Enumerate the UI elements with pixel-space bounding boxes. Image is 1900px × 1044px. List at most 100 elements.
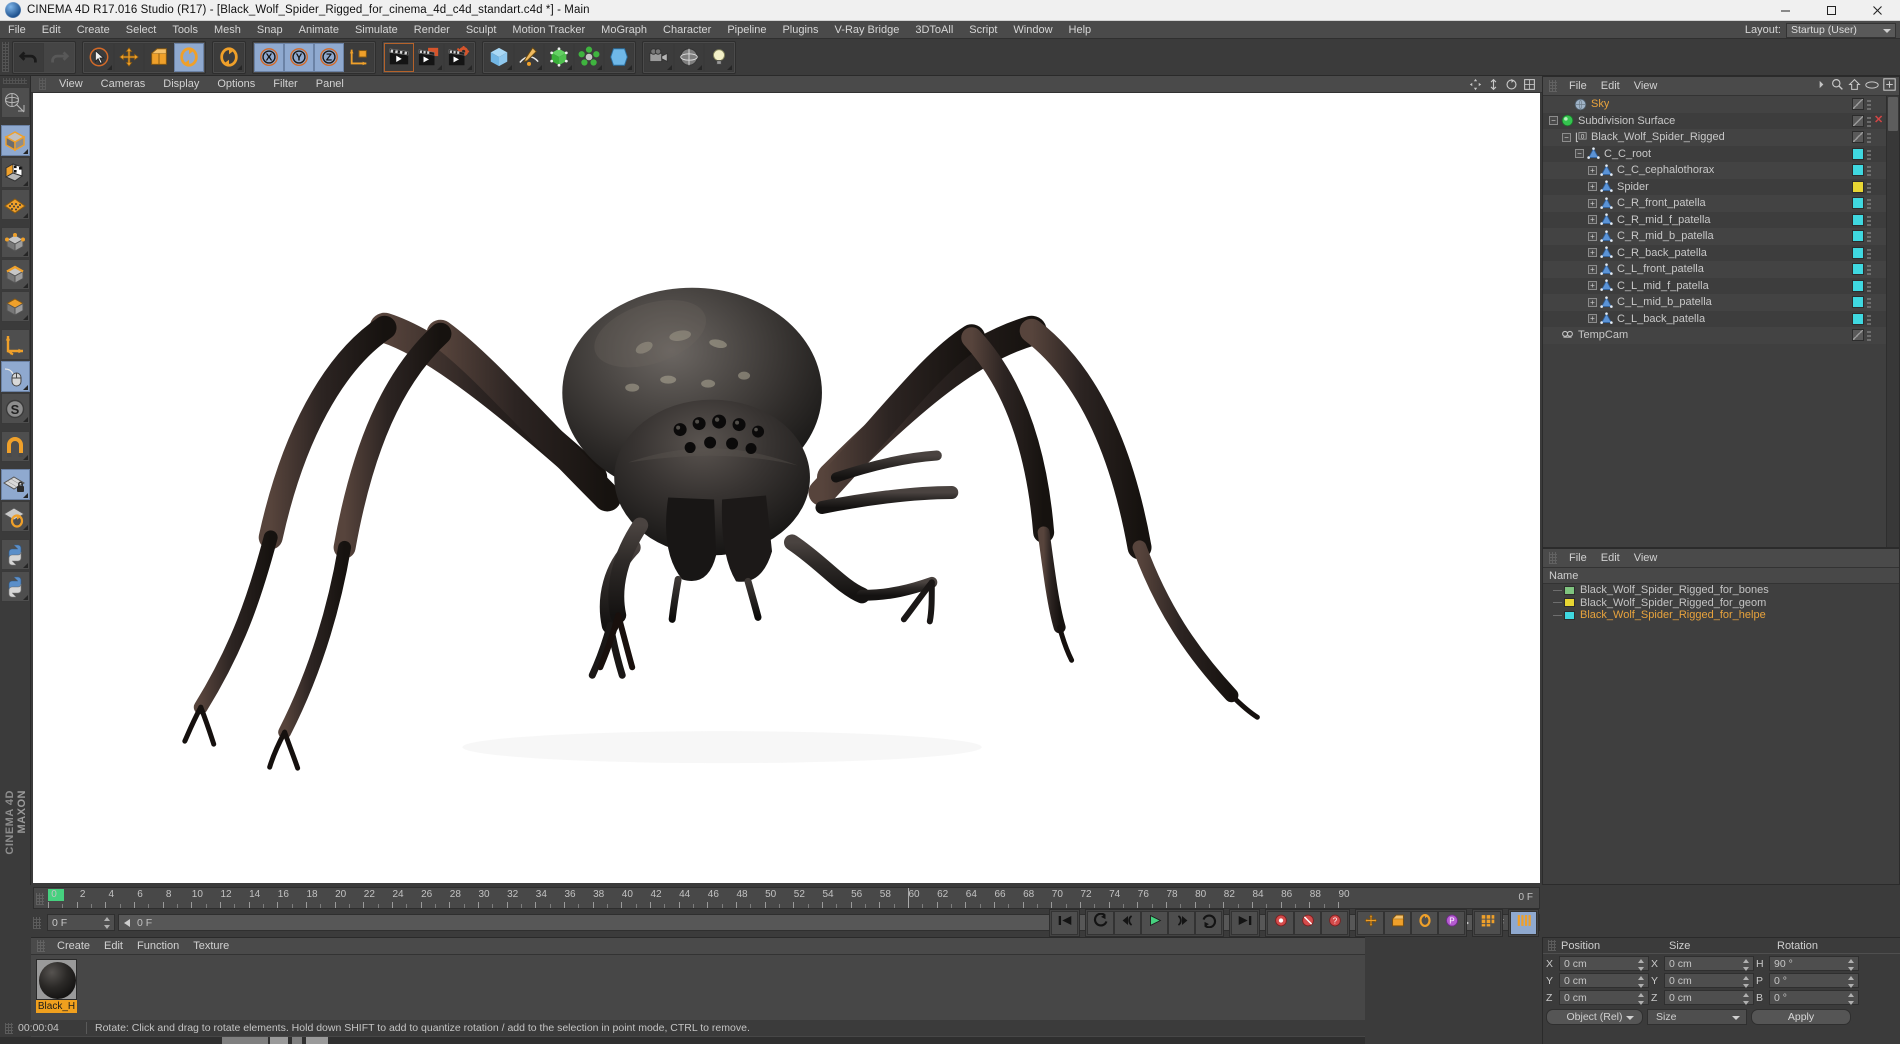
status-bar-grip[interactable] — [5, 1022, 13, 1034]
size-y-input[interactable]: 0 cm — [1664, 973, 1754, 988]
position-x-input[interactable]: 0 cm — [1559, 956, 1649, 971]
field-spinner[interactable] — [1743, 993, 1750, 1005]
z-axis-lock[interactable]: Z — [314, 42, 344, 72]
coordinates-grip[interactable] — [1548, 940, 1556, 951]
close-button[interactable] — [1854, 0, 1900, 21]
viewport-menu-cameras[interactable]: Cameras — [92, 76, 155, 93]
material-tree-menu-view[interactable]: View — [1627, 549, 1665, 568]
go-to-start-button[interactable] — [1051, 911, 1078, 935]
viewport-menu-filter[interactable]: Filter — [264, 76, 306, 93]
render-settings-button[interactable] — [444, 42, 474, 72]
eye-icon[interactable] — [1865, 78, 1879, 96]
object-color-tag[interactable] — [1852, 180, 1864, 193]
x-axis-lock[interactable]: X — [254, 42, 284, 72]
field-spinner[interactable] — [1848, 976, 1855, 988]
expand-icon[interactable]: + — [1588, 248, 1597, 258]
viewport-menu-display[interactable]: Display — [154, 76, 208, 93]
layer-color-swatch[interactable] — [1564, 610, 1575, 620]
material-tree-menu-edit[interactable]: Edit — [1594, 549, 1627, 568]
object-tree-row[interactable]: + C_L_back_patella — [1543, 310, 1886, 327]
add-floor-button[interactable] — [674, 42, 704, 72]
step-forward-button[interactable] — [1168, 911, 1195, 935]
visibility-dots-icon[interactable] — [1867, 147, 1871, 160]
play-button[interactable] — [1141, 911, 1168, 935]
go-to-end-button[interactable] — [1231, 911, 1258, 935]
visibility-dots-icon[interactable] — [1867, 279, 1871, 292]
menu-item-v-ray-bridge[interactable]: V-Ray Bridge — [827, 21, 908, 39]
expand-icon[interactable]: + — [1588, 264, 1597, 274]
object-color-tag[interactable] — [1852, 246, 1864, 259]
axis-mode-tool[interactable] — [0, 329, 30, 360]
material-sphere-preview[interactable] — [36, 959, 77, 1000]
layer-list-item[interactable]: Black_Wolf_Spider_Rigged_for_helpe — [1543, 609, 1899, 622]
object-manager-grip[interactable] — [1549, 80, 1557, 92]
material-tree-menu-file[interactable]: File — [1562, 549, 1594, 568]
object-color-tag[interactable] — [1852, 164, 1864, 176]
object-color-tag[interactable] — [1852, 279, 1864, 292]
layer-color-swatch[interactable] — [1564, 585, 1575, 595]
field-spinner[interactable] — [1743, 959, 1750, 971]
object-display-tag[interactable] — [1852, 114, 1864, 127]
material-manager-grip[interactable] — [37, 940, 45, 952]
menu-item-snap[interactable]: Snap — [249, 21, 291, 39]
menu-item-motion-tracker[interactable]: Motion Tracker — [504, 21, 593, 39]
scrollbar-thumb[interactable] — [1888, 97, 1898, 131]
menu-item-sculpt[interactable]: Sculpt — [458, 21, 505, 39]
object-tree-row[interactable]: + C_L_front_patella — [1543, 261, 1886, 278]
material-menu-texture[interactable]: Texture — [186, 937, 236, 956]
size-x-input[interactable]: 0 cm — [1664, 956, 1754, 971]
python-generator-tool[interactable] — [0, 571, 30, 602]
menu-item-pipeline[interactable]: Pipeline — [719, 21, 774, 39]
parameter-key-button[interactable]: P — [1438, 911, 1465, 935]
world-object-axis[interactable] — [344, 42, 374, 72]
add-generator-button[interactable] — [544, 42, 574, 72]
menu-item-edit[interactable]: Edit — [34, 21, 69, 39]
expand-icon[interactable]: + — [1588, 215, 1597, 225]
object-color-tag[interactable] — [1852, 213, 1864, 226]
expand-icon[interactable]: + — [1588, 182, 1597, 192]
points-mode-tool[interactable] — [0, 227, 30, 258]
object-color-tag[interactable] — [1852, 147, 1864, 160]
visibility-dots-icon[interactable] — [1867, 164, 1871, 176]
rotation-h-input[interactable]: 90 ° — [1769, 956, 1859, 971]
object-tree-row[interactable]: + C_R_mid_f_patella — [1543, 211, 1886, 228]
workplane-lock-tool[interactable] — [0, 469, 30, 500]
object-tree-row[interactable]: Sky — [1543, 96, 1886, 113]
material-menu-create[interactable]: Create — [50, 937, 97, 956]
render-region-button[interactable] — [414, 42, 444, 72]
visibility-dots-icon[interactable] — [1867, 263, 1871, 275]
rotate-tool[interactable] — [174, 42, 204, 72]
frame-spinner[interactable] — [104, 917, 111, 929]
menu-item-window[interactable]: Window — [1005, 21, 1060, 39]
size-mode-select[interactable]: Size — [1647, 1009, 1747, 1025]
object-display-tag[interactable] — [1852, 98, 1864, 110]
point-level-anim-button[interactable] — [1474, 911, 1501, 935]
left-toolbar-grip[interactable] — [3, 78, 27, 84]
edges-mode-tool[interactable] — [0, 259, 30, 290]
viewport-grip[interactable] — [39, 78, 46, 90]
move-tool[interactable] — [114, 42, 144, 72]
viewport-menu-view[interactable]: View — [50, 76, 92, 93]
apply-button[interactable]: Apply — [1751, 1009, 1851, 1025]
field-spinner[interactable] — [1638, 993, 1645, 1005]
layer-color-swatch[interactable] — [1564, 598, 1575, 608]
keyframe-selection-button[interactable]: ? — [1321, 911, 1348, 935]
object-manager-menu-file[interactable]: File — [1562, 77, 1594, 96]
menu-item-3dtoall[interactable]: 3DToAll — [907, 21, 961, 39]
timeline-controls-grip[interactable] — [33, 916, 41, 929]
add-deformer-button[interactable] — [604, 42, 634, 72]
size-z-input[interactable]: 0 cm — [1664, 990, 1754, 1005]
live-selection-tool[interactable] — [84, 42, 114, 72]
menu-item-tools[interactable]: Tools — [164, 21, 206, 39]
record-active-objects-button[interactable] — [1267, 911, 1294, 935]
field-spinner[interactable] — [1848, 993, 1855, 1005]
add-light-button[interactable] — [704, 42, 734, 72]
position-z-input[interactable]: 0 cm — [1559, 990, 1649, 1005]
step-back-button[interactable] — [1114, 911, 1141, 935]
toolbar-grip[interactable] — [2, 42, 9, 72]
home-icon[interactable] — [1848, 78, 1861, 96]
menu-item-plugins[interactable]: Plugins — [774, 21, 826, 39]
menu-item-character[interactable]: Character — [655, 21, 719, 39]
workplane-rotate-tool[interactable] — [0, 501, 30, 532]
scale-tool[interactable] — [144, 42, 174, 72]
